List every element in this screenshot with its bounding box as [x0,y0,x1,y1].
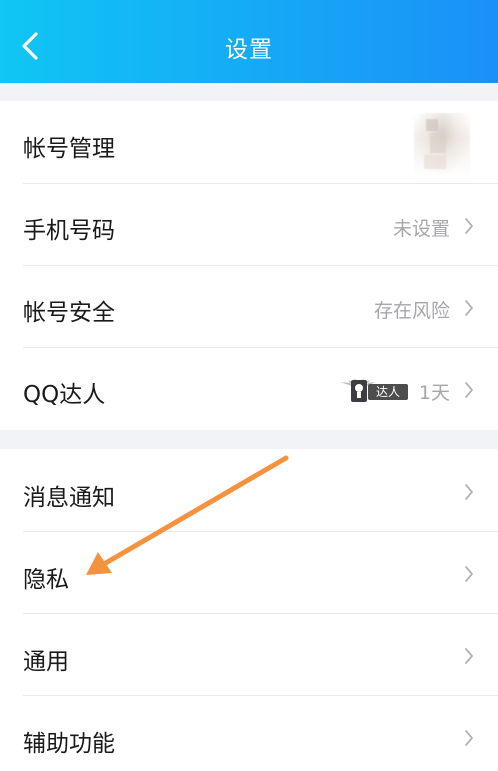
row-label: 帐号管理 [23,136,115,162]
general-settings-group: 消息通知 隐私 通用 辅助功能 [0,449,498,771]
header-bar: 设置 [0,0,498,83]
row-label: 消息通知 [23,485,115,511]
badge-label: 达人 [368,384,408,400]
page-title: 设置 [225,37,273,63]
row-label: 帐号安全 [23,300,115,326]
row-label: QQ达人 [23,382,106,408]
settings-page: 设置 帐号管理 手机号码 未设置 帐号安全 存在风险 QQ达人 达人 1天 消息… [0,0,498,771]
row-accessibility[interactable]: 辅助功能 [0,696,498,771]
row-account-management[interactable]: 帐号管理 [0,101,498,184]
account-settings-group: 帐号管理 手机号码 未设置 帐号安全 存在风险 QQ达人 达人 1天 [0,101,498,430]
row-notifications[interactable]: 消息通知 [0,449,498,532]
row-phone-number[interactable]: 手机号码 未设置 [0,184,498,266]
row-label: 手机号码 [23,218,115,244]
chevron-right-icon [464,647,474,665]
avatar [414,113,470,177]
chevron-right-icon [464,483,474,501]
row-label: 辅助功能 [23,731,115,757]
row-general[interactable]: 通用 [0,614,498,696]
row-label: 通用 [23,649,69,675]
row-label: 隐私 [23,567,69,593]
chevron-right-icon [464,565,474,583]
phone-status-value: 未设置 [392,218,450,240]
qq-expert-badge: 达人 [338,374,408,404]
chevron-right-icon [464,217,474,235]
streak-days-value: 1天 [418,382,450,404]
row-account-security[interactable]: 帐号安全 存在风险 [0,266,498,348]
chevron-right-icon [464,729,474,747]
chevron-right-icon [464,299,474,317]
row-qq-expert[interactable]: QQ达人 达人 1天 [0,348,498,430]
chevron-right-icon [464,381,474,399]
row-privacy[interactable]: 隐私 [0,532,498,614]
security-status-value: 存在风险 [373,300,450,322]
